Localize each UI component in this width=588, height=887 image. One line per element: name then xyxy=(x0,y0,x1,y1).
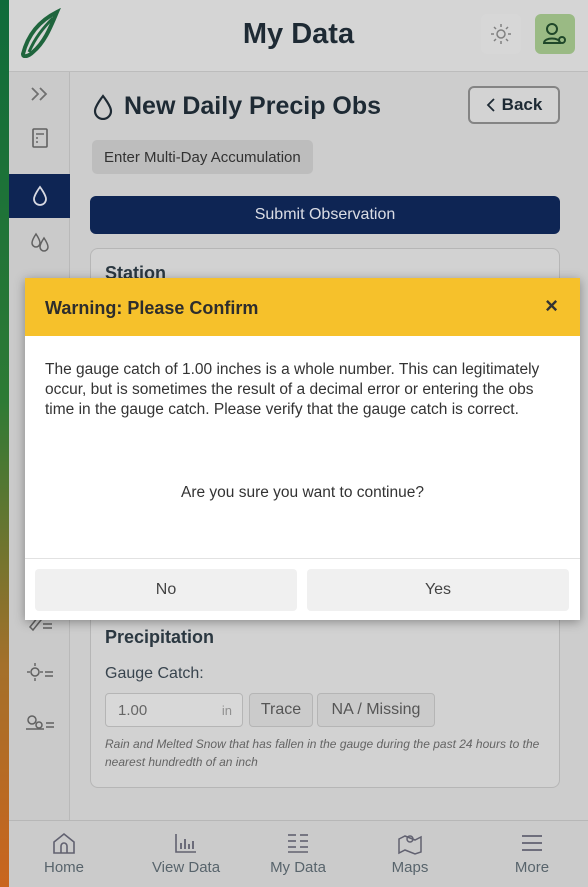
warning-dialog-question: Are you sure you want to continue? xyxy=(181,484,424,501)
close-icon[interactable]: × xyxy=(545,293,558,319)
warning-dialog: Warning: Please Confirm × The gauge catc… xyxy=(25,278,580,620)
yes-button[interactable]: Yes xyxy=(307,569,569,611)
no-button[interactable]: No xyxy=(35,569,297,611)
warning-dialog-footer: No Yes xyxy=(25,558,580,620)
warning-dialog-title: Warning: Please Confirm xyxy=(45,298,259,318)
warning-dialog-header: Warning: Please Confirm × xyxy=(25,278,580,336)
warning-dialog-message: The gauge catch of 1.00 inches is a whol… xyxy=(45,361,540,418)
